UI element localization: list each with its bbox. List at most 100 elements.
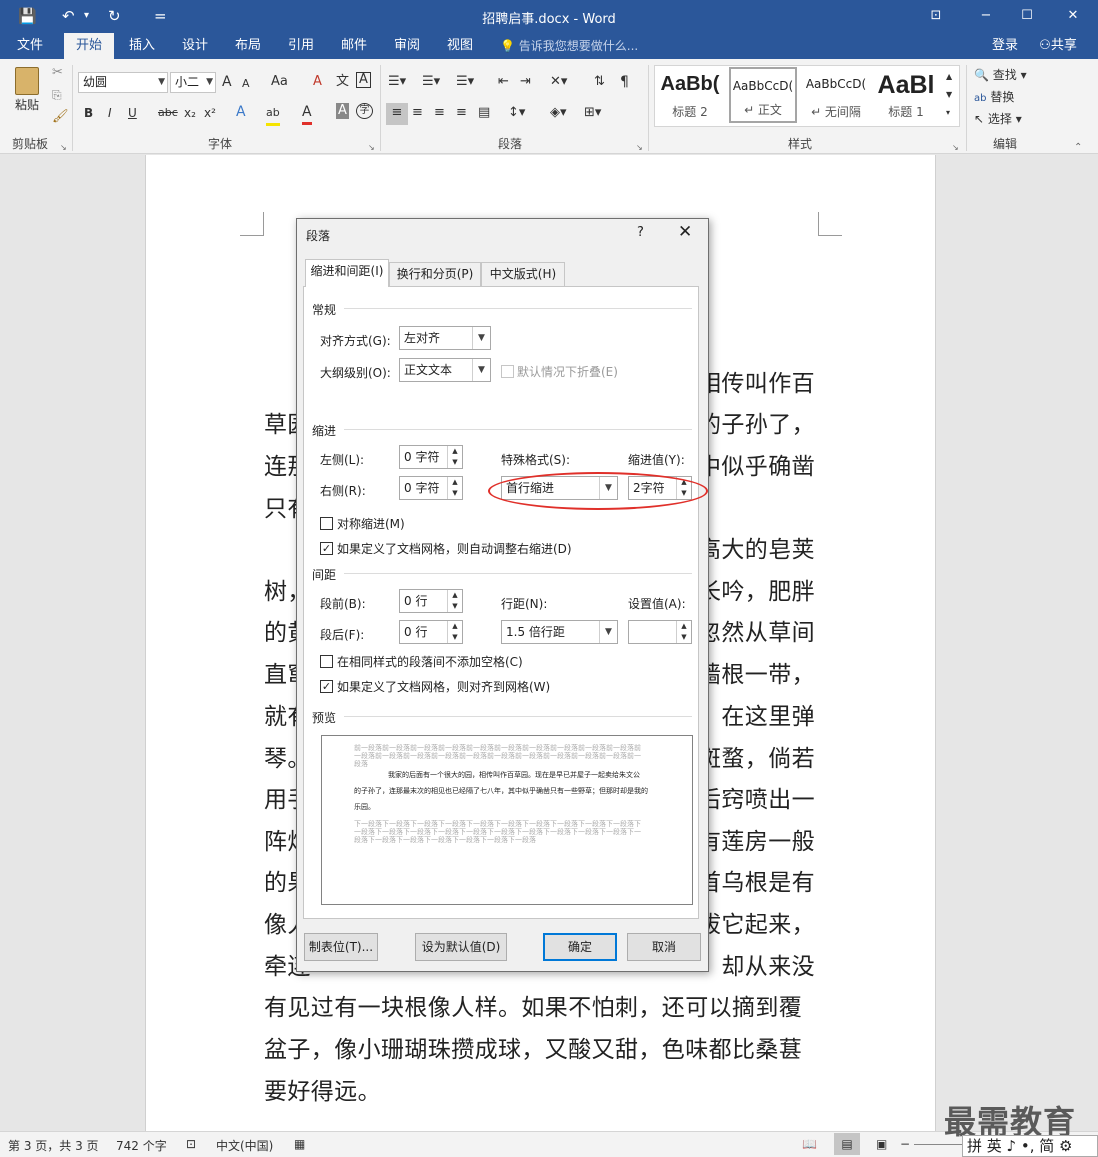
set-default-button[interactable]: 设为默认值(D) [415, 933, 507, 961]
print-layout-icon[interactable]: ▤ [834, 1133, 860, 1155]
help-icon[interactable]: ? [637, 225, 644, 240]
cut-icon[interactable]: ✂ [52, 63, 63, 83]
word-count[interactable]: 742 个字 [116, 1137, 167, 1154]
italic-button[interactable]: I [108, 103, 112, 123]
spin-down-icon[interactable]: ▼ [677, 632, 691, 643]
style-no-spacing[interactable]: AaBbCcD(↵ 无间隔 [802, 67, 870, 123]
strikethrough-button[interactable]: abc [158, 103, 178, 123]
font-size-combo[interactable]: 小二 ▼ [170, 72, 216, 93]
align-left-button[interactable]: ≡ [386, 103, 408, 125]
spin-down-icon[interactable]: ▼ [448, 488, 462, 499]
collapse-checkbox[interactable] [501, 365, 514, 378]
spin-up-icon[interactable]: ▲ [448, 446, 462, 457]
style-normal[interactable]: AaBbCcD(↵ 正文 [729, 67, 797, 123]
tab-line-page-breaks[interactable]: 换行和分页(P) [389, 262, 481, 286]
text-effects-icon[interactable]: A [236, 102, 246, 122]
zoom-out-button[interactable]: − [900, 1137, 910, 1151]
spin-up-icon[interactable]: ▲ [448, 477, 462, 488]
page-count[interactable]: 第 3 页，共 3 页 [8, 1137, 99, 1154]
space-before-spinner[interactable]: 0 行 ▲ ▼ [399, 589, 463, 613]
tab-design[interactable]: 设计 [173, 33, 217, 59]
borders-icon[interactable]: ⊞▾ [584, 103, 601, 123]
cancel-button[interactable]: 取消 [627, 933, 701, 961]
align-center-button[interactable]: ≡ [412, 103, 423, 123]
chinese-layout-icon[interactable]: ✕▾ [550, 72, 567, 92]
paste-button[interactable]: 粘贴 [10, 65, 44, 125]
style-heading1[interactable]: AaBl 标题 1 [872, 67, 940, 123]
character-shading-icon[interactable]: A [336, 103, 349, 119]
maximize-button[interactable]: ☐ [1012, 4, 1042, 28]
alignment-dropdown[interactable]: 左对齐 ▼ [399, 326, 491, 350]
snap-grid-checkbox[interactable]: ✓ [320, 680, 333, 693]
left-indent-spinner[interactable]: 0 字符 ▲ ▼ [399, 445, 463, 469]
spin-up-icon[interactable]: ▲ [448, 590, 462, 601]
show-marks-icon[interactable]: ¶ [620, 72, 629, 92]
tab-file[interactable]: 文件 [8, 33, 52, 59]
select-button[interactable]: ↖ 选择 ▾ [974, 109, 1022, 129]
close-icon[interactable]: ✕ [678, 222, 692, 242]
copy-icon[interactable]: ⎘ [52, 85, 62, 105]
tab-home[interactable]: 开始 [64, 33, 114, 59]
spin-up-icon[interactable]: ▲ [677, 621, 691, 632]
bold-button[interactable]: B [84, 103, 93, 123]
sort-icon[interactable]: ⇅ [594, 72, 605, 92]
style-heading2[interactable]: AaBb(标题 2 [656, 67, 724, 123]
right-indent-spinner[interactable]: 0 字符 ▲ ▼ [399, 476, 463, 500]
numbering-icon[interactable]: ☰▾ [422, 72, 440, 92]
font-color-icon[interactable]: A [302, 102, 312, 125]
minimize-button[interactable]: − [971, 4, 1001, 28]
phonetic-guide-icon[interactable]: 文 [336, 72, 349, 92]
tabs-button[interactable]: 制表位(T)... [304, 933, 378, 961]
tell-me-box[interactable]: 💡 告诉我您想要做什么... [500, 33, 638, 59]
no-space-checkbox[interactable] [320, 655, 333, 668]
mirror-indent-checkbox[interactable] [320, 517, 333, 530]
spacing-at-spinner[interactable]: ▲ ▼ [628, 620, 692, 644]
justify-button[interactable]: ≡ [456, 103, 467, 123]
subscript-button[interactable]: x₂ [184, 103, 196, 123]
spin-down-icon[interactable]: ▼ [448, 601, 462, 612]
find-button[interactable]: 🔍 查找 ▾ [974, 65, 1027, 85]
align-right-button[interactable]: ≡ [434, 103, 445, 123]
tab-indents-spacing[interactable]: 缩进和间距(I) [305, 259, 389, 287]
tab-layout[interactable]: 布局 [226, 33, 270, 59]
grow-font-icon[interactable]: A [222, 72, 232, 92]
change-case-icon[interactable]: Aa [271, 72, 288, 92]
tab-review[interactable]: 审阅 [385, 33, 429, 59]
font-name-combo[interactable]: 幼圆 ▼ [78, 72, 168, 93]
shrink-font-icon[interactable]: A [242, 74, 250, 94]
replace-button[interactable]: ab 替换 [974, 87, 1014, 109]
decrease-indent-icon[interactable]: ⇤ [498, 72, 509, 92]
highlight-icon[interactable]: ab [266, 103, 280, 126]
share-button[interactable]: ⚇共享 [1030, 33, 1086, 59]
styles-scroll-down-icon[interactable]: ▼ [946, 85, 952, 105]
spin-down-icon[interactable]: ▼ [448, 457, 462, 468]
distributed-button[interactable]: ▤ [478, 103, 490, 123]
space-after-spinner[interactable]: 0 行 ▲ ▼ [399, 620, 463, 644]
ime-toolbar[interactable]: 拼 英 ♪ •, 简 ⚙ [962, 1135, 1098, 1157]
web-layout-icon[interactable]: ▣ [876, 1137, 887, 1151]
tab-asian-typography[interactable]: 中文版式(H) [481, 262, 565, 286]
close-button[interactable]: ✕ [1058, 4, 1088, 28]
tab-references[interactable]: 引用 [279, 33, 323, 59]
format-painter-icon[interactable]: 🖌 [52, 107, 69, 127]
increase-indent-icon[interactable]: ⇥ [520, 72, 531, 92]
outline-level-dropdown[interactable]: 正文文本 ▼ [399, 358, 491, 382]
shading-icon[interactable]: ◈▾ [550, 103, 567, 123]
enclose-char-icon[interactable]: 字 [356, 103, 373, 119]
line-spacing-dropdown[interactable]: 1.5 倍行距 ▼ [501, 620, 618, 644]
clear-format-icon[interactable]: A [313, 72, 322, 92]
styles-scroll-up-icon[interactable]: ▲ [946, 67, 952, 87]
tab-insert[interactable]: 插入 [120, 33, 164, 59]
bullets-icon[interactable]: ☰▾ [388, 72, 406, 92]
read-mode-icon[interactable]: 📖 [802, 1137, 817, 1151]
language[interactable]: 中文(中国) [216, 1137, 273, 1154]
spin-up-icon[interactable]: ▲ [448, 621, 462, 632]
auto-adjust-checkbox[interactable]: ✓ [320, 542, 333, 555]
sign-in-link[interactable]: 登录 [985, 33, 1025, 59]
spin-down-icon[interactable]: ▼ [448, 632, 462, 643]
proofing-icon[interactable]: ⊡ [186, 1137, 196, 1151]
ribbon-display-icon[interactable]: ⊡ [921, 4, 951, 28]
line-spacing-icon[interactable]: ↕▾ [508, 103, 525, 123]
macro-icon[interactable]: ▦ [294, 1137, 305, 1151]
styles-more-icon[interactable]: ▾ [946, 103, 950, 123]
